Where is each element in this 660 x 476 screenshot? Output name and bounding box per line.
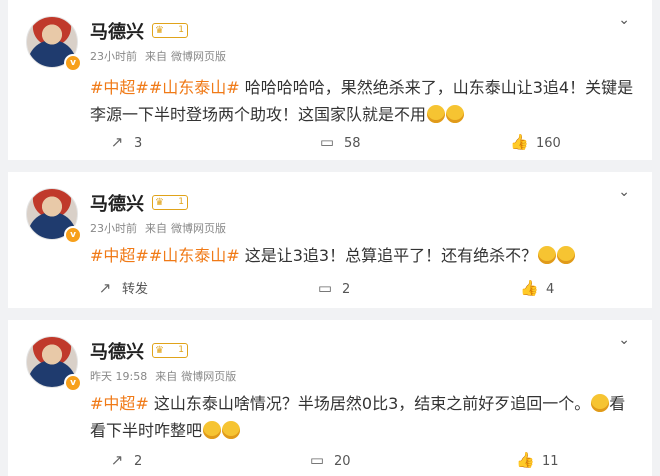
- chevron-down-icon[interactable]: ⌄: [618, 184, 630, 200]
- comment-button[interactable]: ▭ 20: [308, 448, 351, 472]
- topic-tag[interactable]: #中超#: [90, 394, 149, 413]
- repost-icon: ↗: [110, 133, 124, 151]
- comment-button[interactable]: ▭ 58: [318, 130, 361, 154]
- repost-button[interactable]: ↗ 3: [108, 130, 143, 154]
- post-meta: 23小时前 来自 微博网页版: [90, 48, 234, 64]
- like-icon: 👍: [516, 451, 535, 469]
- repost-button[interactable]: ↗ 转发: [96, 276, 148, 300]
- comment-icon: ▭: [309, 451, 325, 469]
- like-icon: 👍: [510, 133, 529, 151]
- comment-icon: ▭: [319, 133, 335, 151]
- emoji-icon: [446, 105, 465, 123]
- author-name[interactable]: 马德兴: [90, 338, 144, 364]
- source-prefix: 来自: [145, 222, 167, 235]
- weibo-post: v 马德兴 ♛ 1 昨天 19:58 来自 微博网页版 ⌄ #中超# 这山东泰山啥情…: [8, 320, 652, 476]
- crown-icon: ♛: [155, 25, 164, 36]
- verified-badge-icon: v: [64, 54, 82, 72]
- author-name[interactable]: 马德兴: [90, 18, 144, 44]
- emoji-icon: [427, 105, 446, 123]
- topic-tag[interactable]: #山东泰山#: [149, 246, 240, 265]
- verified-badge-icon: v: [64, 226, 82, 244]
- user-level-badge: ♛ 1: [152, 23, 188, 38]
- topic-tag[interactable]: #中超#: [90, 78, 149, 97]
- weibo-post: v 马德兴 ♛ 1 23小时前 来自 微博网页版 ⌄ #中超##山东泰山# 哈哈哈哈…: [8, 0, 652, 160]
- repost-icon: ↗: [98, 279, 112, 297]
- emoji-icon: [591, 394, 610, 412]
- chevron-down-icon[interactable]: ⌄: [618, 332, 630, 348]
- author-name[interactable]: 马德兴: [90, 190, 144, 216]
- like-icon: 👍: [520, 279, 539, 297]
- source-prefix: 来自: [145, 50, 167, 63]
- emoji-icon: [222, 421, 241, 439]
- crown-icon: ♛: [155, 345, 164, 356]
- post-actions: ↗ 转发 ▭ 2 👍 4: [8, 276, 652, 300]
- post-source[interactable]: 微博网页版: [171, 222, 226, 235]
- like-button[interactable]: 👍 11: [516, 448, 559, 472]
- post-meta: 昨天 19:58 来自 微博网页版: [90, 368, 244, 384]
- chevron-down-icon[interactable]: ⌄: [618, 12, 630, 28]
- post-text: 这山东泰山啥情况？半场居然0比3，结束之前好歹追回一个。: [148, 394, 591, 413]
- topic-tag[interactable]: #山东泰山#: [149, 78, 240, 97]
- like-button[interactable]: 👍 4: [520, 276, 554, 300]
- user-level-badge: ♛ 1: [152, 343, 188, 358]
- user-level-badge: ♛ 1: [152, 195, 188, 210]
- crown-icon: ♛: [155, 197, 164, 208]
- post-text: 这是让3追3！总算追平了！还有绝杀不？: [239, 246, 538, 265]
- emoji-icon: [557, 246, 576, 264]
- emoji-icon: [538, 246, 557, 264]
- post-actions: ↗ 3 ▭ 58 👍 160: [8, 130, 652, 154]
- post-source[interactable]: 微博网页版: [181, 370, 236, 383]
- post-time[interactable]: 23小时前: [90, 50, 137, 63]
- comment-icon: ▭: [317, 279, 333, 297]
- repost-button[interactable]: ↗ 2: [108, 448, 143, 472]
- weibo-post: v 马德兴 ♛ 1 23小时前 来自 微博网页版 ⌄ #中超##山东泰山# 这是让3…: [8, 172, 652, 308]
- repost-icon: ↗: [110, 451, 124, 469]
- post-meta: 23小时前 来自 微博网页版: [90, 220, 234, 236]
- post-content: #中超# 这山东泰山啥情况？半场居然0比3，结束之前好歹追回一个。 看看下半时咋整…: [90, 390, 638, 444]
- post-source[interactable]: 微博网页版: [171, 50, 226, 63]
- post-actions: ↗ 2 ▭ 20 👍 11: [8, 448, 652, 472]
- post-content: #中超##山东泰山# 这是让3追3！总算追平了！还有绝杀不？: [90, 242, 638, 269]
- emoji-icon: [203, 421, 222, 439]
- verified-badge-icon: v: [64, 374, 82, 392]
- post-time[interactable]: 昨天 19:58: [90, 370, 147, 383]
- like-button[interactable]: 👍 160: [510, 130, 561, 154]
- post-content: #中超##山东泰山# 哈哈哈哈哈，果然绝杀来了，山东泰山让3追4！关键是李源一下…: [90, 74, 638, 128]
- comment-button[interactable]: ▭ 2: [316, 276, 350, 300]
- post-time[interactable]: 23小时前: [90, 222, 137, 235]
- source-prefix: 来自: [155, 370, 178, 383]
- topic-tag[interactable]: #中超#: [90, 246, 149, 265]
